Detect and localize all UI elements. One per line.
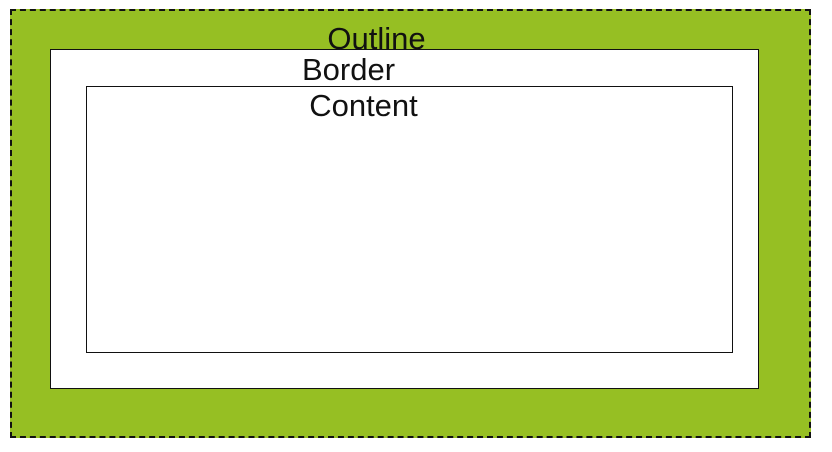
content-box: Content — [86, 86, 733, 353]
content-label: Content — [309, 88, 418, 123]
box-model-diagram: Outline Border Content — [0, 0, 832, 452]
border-label: Border — [301, 52, 396, 87]
